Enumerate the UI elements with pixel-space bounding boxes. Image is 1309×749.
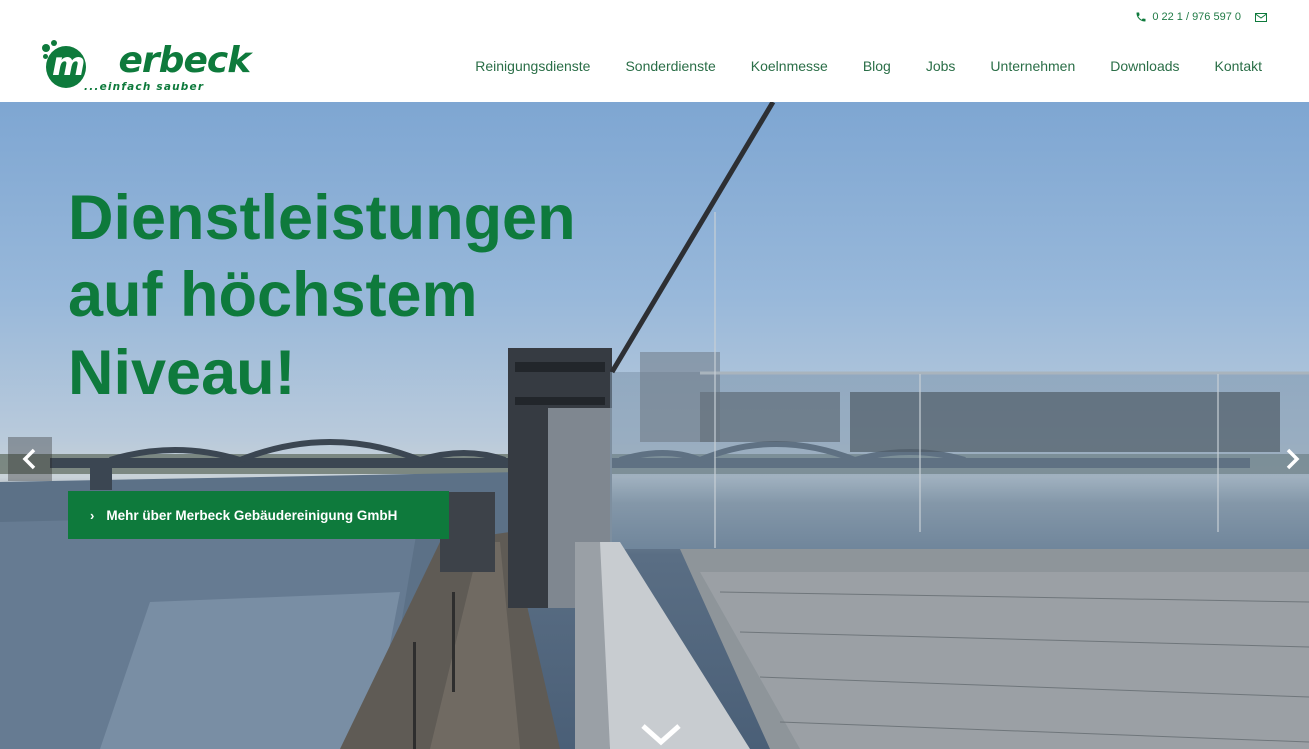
chevron-left-icon bbox=[22, 448, 36, 470]
nav-item-kontakt[interactable]: Kontakt bbox=[1215, 58, 1262, 74]
company-logo[interactable]: merbeck m ...einfach sauber bbox=[42, 40, 251, 96]
main-nav: Reinigungsdienste Sonderdienste Koelnmes… bbox=[475, 58, 1262, 74]
nav-item-reinigungsdienste[interactable]: Reinigungsdienste bbox=[475, 58, 590, 74]
nav-item-sonderdienste[interactable]: Sonderdienste bbox=[625, 58, 715, 74]
hero-headline: Dienstleistungen auf höchstem Niveau! bbox=[68, 180, 576, 412]
phone-icon bbox=[1136, 12, 1146, 22]
top-contact-bar: 0 22 1 / 976 597 0 bbox=[1135, 11, 1267, 23]
site-header: 0 22 1 / 976 597 0 merbeck m ...einfach … bbox=[0, 0, 1309, 102]
headline-line: Niveau! bbox=[68, 337, 296, 408]
slider-prev-button[interactable] bbox=[8, 437, 52, 481]
logo-m-glyph: m bbox=[52, 45, 86, 83]
phone-link[interactable]: 0 22 1 / 976 597 0 bbox=[1135, 11, 1241, 23]
nav-item-blog[interactable]: Blog bbox=[863, 58, 891, 74]
logo-tagline: ...einfach sauber bbox=[84, 81, 205, 93]
headline-line: Dienstleistungen bbox=[68, 183, 576, 253]
mail-icon[interactable] bbox=[1255, 12, 1267, 22]
nav-item-koelnmesse[interactable]: Koelnmesse bbox=[751, 58, 828, 74]
nav-item-jobs[interactable]: Jobs bbox=[926, 58, 956, 74]
chevron-right-icon bbox=[1286, 448, 1300, 470]
slider-next-button[interactable] bbox=[1270, 437, 1309, 481]
logo-wordmark: merbeck bbox=[118, 40, 252, 81]
nav-item-unternehmen[interactable]: Unternehmen bbox=[990, 58, 1075, 74]
headline-line: auf höchstem bbox=[68, 260, 478, 331]
hero-slider: Dienstleistungen auf höchstem Niveau! › … bbox=[0, 102, 1309, 749]
chevron-right-icon: › bbox=[90, 507, 95, 523]
about-company-button[interactable]: › Mehr über Merbeck Gebäudereinigung Gmb… bbox=[68, 491, 449, 539]
phone-number: 0 22 1 / 976 597 0 bbox=[1152, 11, 1241, 23]
cta-label: Mehr über Merbeck Gebäudereinigung GmbH bbox=[106, 507, 398, 523]
chevron-down-icon[interactable] bbox=[640, 722, 682, 746]
nav-item-downloads[interactable]: Downloads bbox=[1110, 58, 1179, 74]
logo-bubble bbox=[42, 44, 50, 52]
